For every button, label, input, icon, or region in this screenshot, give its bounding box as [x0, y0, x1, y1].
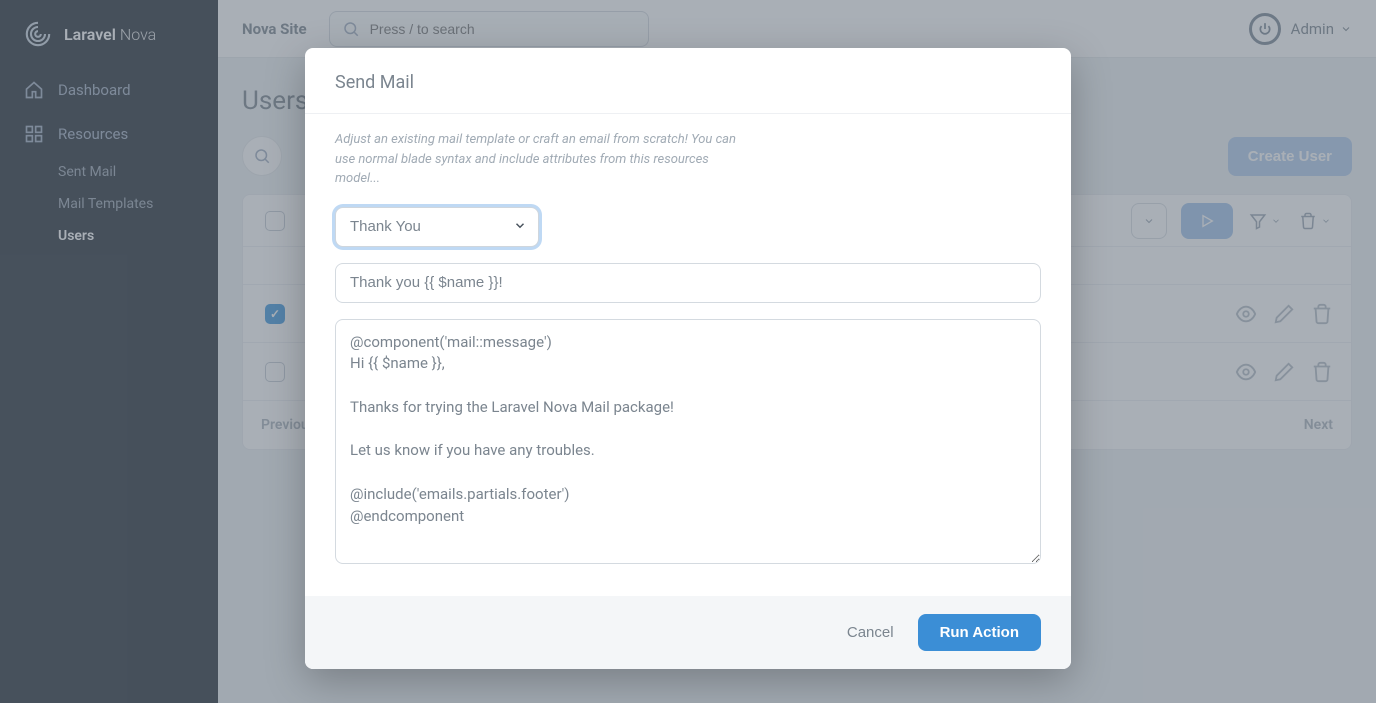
template-select-wrap: Thank You — [335, 207, 539, 247]
modal-header: Send Mail — [305, 48, 1071, 114]
modal-help-text: Adjust an existing mail template or craf… — [335, 130, 755, 189]
cancel-button[interactable]: Cancel — [847, 624, 894, 641]
modal-body: Adjust an existing mail template or craf… — [305, 114, 1071, 596]
run-action-button[interactable]: Run Action — [918, 614, 1041, 651]
body-textarea[interactable] — [335, 319, 1041, 564]
template-select[interactable]: Thank You — [335, 207, 539, 247]
modal-title: Send Mail — [335, 72, 1041, 93]
subject-input[interactable] — [335, 263, 1041, 303]
send-mail-modal: Send Mail Adjust an existing mail templa… — [305, 48, 1071, 669]
modal-footer: Cancel Run Action — [305, 596, 1071, 669]
